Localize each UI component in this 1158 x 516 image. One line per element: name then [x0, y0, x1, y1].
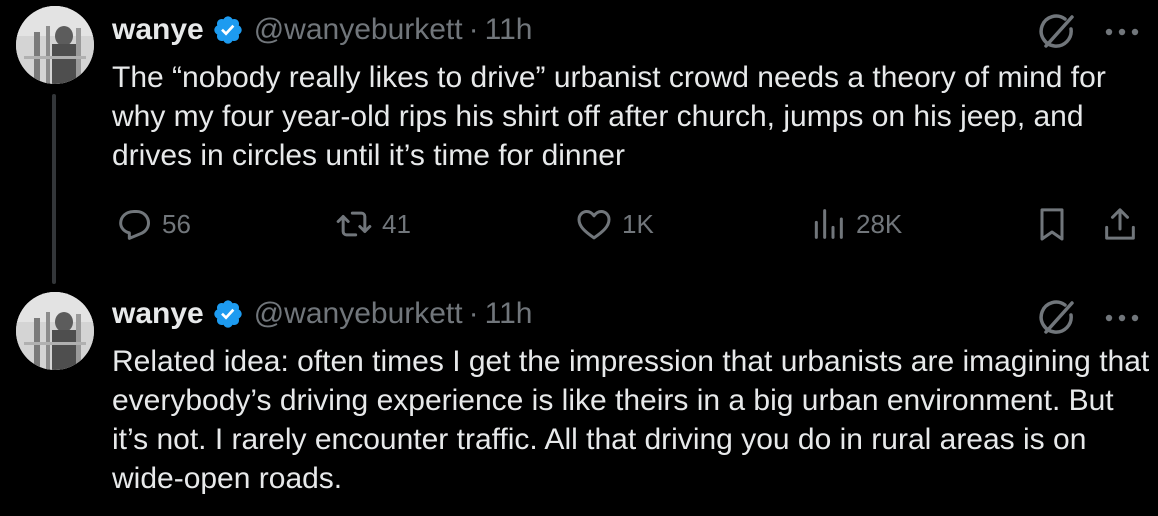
avatar[interactable]: [16, 292, 94, 370]
grok-icon[interactable]: [1036, 299, 1078, 337]
repost-icon: [336, 211, 372, 237]
reply-icon: [119, 210, 150, 240]
tweet-header: wanye @wanyeburkett · 11h: [112, 296, 532, 332]
verified-badge-icon[interactable]: [212, 14, 244, 46]
heart-icon: [577, 210, 611, 240]
thread-connector-line: [52, 94, 56, 284]
like-button[interactable]: 1K: [574, 202, 654, 246]
tweet-first[interactable]: wanye @wanyeburkett · 11h The “nobody re…: [0, 0, 1158, 290]
tweet-timestamp[interactable]: 11h: [485, 297, 533, 331]
tweet-action-bar: 56 41 1K 28K: [112, 202, 1144, 246]
more-dots-icon[interactable]: [1104, 27, 1140, 37]
share-button[interactable]: [1100, 202, 1140, 246]
author-handle[interactable]: @wanyeburkett: [254, 13, 463, 47]
author-handle[interactable]: @wanyeburkett: [254, 297, 463, 331]
bookmark-button[interactable]: [1032, 202, 1072, 246]
tweet-text: Related idea: often times I get the impr…: [112, 345, 1150, 495]
view-count: 28K: [856, 208, 903, 239]
like-count: 1K: [622, 208, 654, 239]
reply-count: 56: [162, 208, 191, 239]
tweet-second[interactable]: wanye @wanyeburkett · 11h Related idea: …: [0, 290, 1158, 516]
header-separator: ·: [468, 13, 479, 46]
views-button[interactable]: 28K: [808, 202, 902, 246]
views-chart-icon: [814, 209, 843, 239]
more-dots-icon[interactable]: [1104, 313, 1140, 323]
avatar-photo-icon: [16, 292, 94, 370]
bookmark-icon: [1040, 208, 1064, 241]
verified-badge-icon[interactable]: [212, 298, 244, 330]
grok-icon[interactable]: [1036, 13, 1078, 51]
tweet-text: The “nobody really likes to drive” urban…: [112, 61, 1106, 172]
author-name[interactable]: wanye: [112, 13, 204, 47]
repost-button[interactable]: 41: [334, 202, 411, 246]
header-separator: ·: [468, 297, 479, 330]
tweet-top-actions: [1036, 300, 1140, 336]
share-icon: [1105, 208, 1135, 240]
tweet-header: wanye @wanyeburkett · 11h: [112, 12, 532, 48]
repost-count: 41: [382, 208, 411, 239]
tweet-top-actions: [1036, 14, 1140, 50]
reply-button[interactable]: 56: [114, 202, 191, 246]
avatar[interactable]: [16, 6, 94, 84]
author-name[interactable]: wanye: [112, 297, 204, 331]
avatar-photo-icon: [16, 6, 94, 84]
tweet-timestamp[interactable]: 11h: [485, 13, 533, 47]
